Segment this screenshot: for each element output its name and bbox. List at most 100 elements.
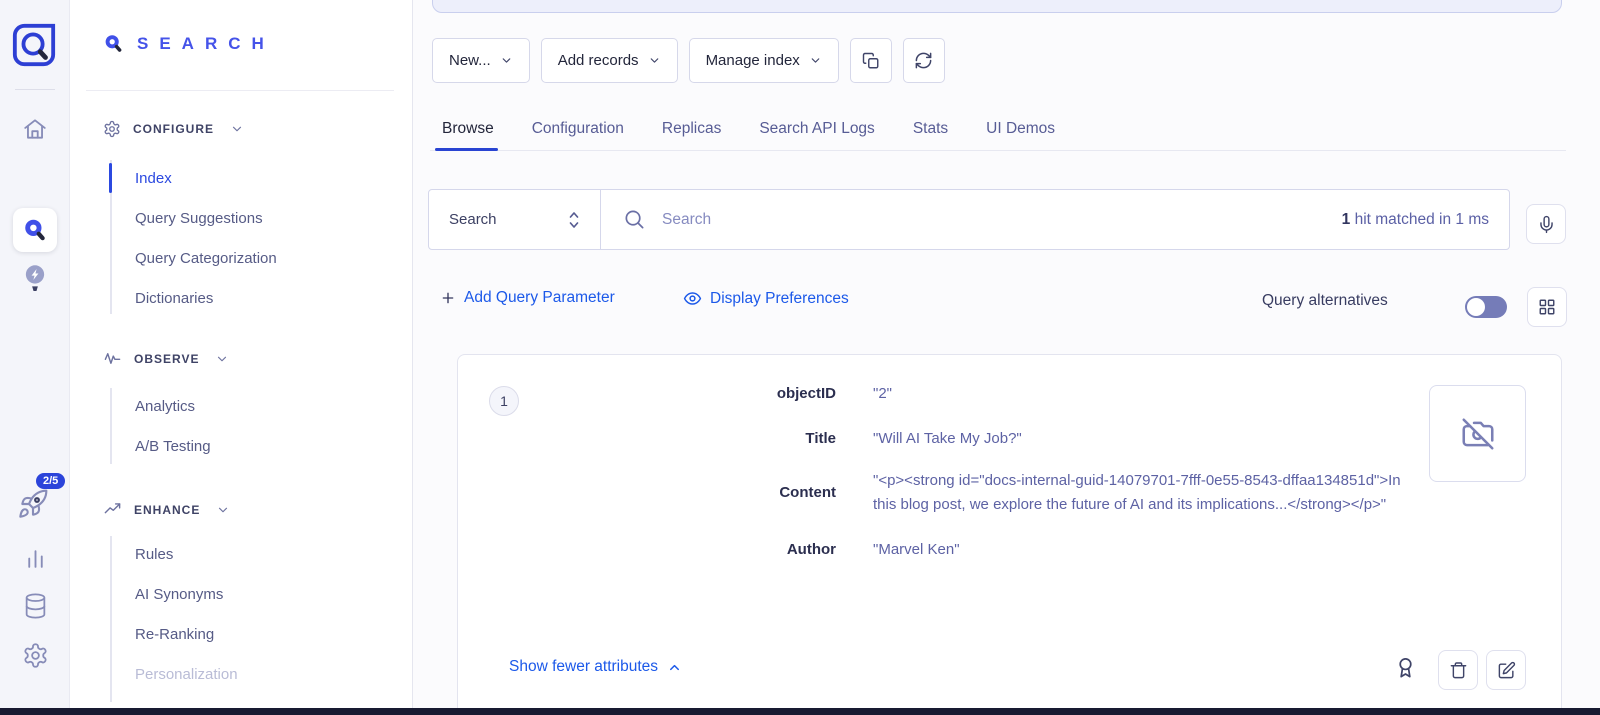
section-observe[interactable]: OBSERVE [103, 349, 229, 368]
algolia-logo-icon[interactable] [11, 22, 57, 68]
show-fewer-attributes-link[interactable]: Show fewer attributes [509, 658, 682, 676]
chevron-down-icon [648, 54, 661, 67]
chevron-down-icon [215, 352, 229, 366]
query-alternatives-label: Query alternatives [1262, 292, 1388, 310]
section-configure-label: CONFIGURE [133, 122, 214, 136]
trend-up-icon [103, 500, 122, 519]
hit-fields: objectID "2" Title "Will AI Take My Job?… [458, 382, 1561, 562]
gear-icon[interactable] [22, 642, 49, 669]
home-icon[interactable] [22, 116, 48, 142]
sidebar-item-index[interactable]: Index [70, 158, 412, 198]
sidebar-item-analytics[interactable]: Analytics [70, 386, 412, 426]
field-label: Title [458, 427, 836, 451]
field-value: "Marvel Ken" [873, 538, 1401, 562]
field-row-objectid: objectID "2" [458, 382, 1561, 406]
field-value: "Will AI Take My Job?" [873, 427, 1401, 451]
sidebar-item-dictionaries[interactable]: Dictionaries [70, 278, 412, 318]
tab-bar: Browse Configuration Replicas Search API… [430, 107, 1566, 151]
sidebar: SEARCH CONFIGURE Index Query Suggestions… [70, 0, 413, 715]
icon-rail: 2/5 [0, 0, 70, 715]
tab-stats[interactable]: Stats [913, 107, 948, 150]
search-icon [22, 217, 48, 243]
bulb-icon[interactable] [21, 263, 49, 295]
window-bottom-edge [0, 708, 1600, 715]
voice-search-button[interactable] [1526, 204, 1566, 244]
sidebar-item-ab-testing[interactable]: A/B Testing [70, 426, 412, 466]
section-enhance[interactable]: ENHANCE [103, 500, 230, 519]
edit-record-button[interactable] [1486, 650, 1526, 690]
section-enhance-label: ENHANCE [134, 503, 200, 517]
sidebar-item-personalization[interactable]: Personalization [70, 654, 412, 694]
sidebar-item-query-categorization[interactable]: Query Categorization [70, 238, 412, 278]
tab-search-api-logs[interactable]: Search API Logs [759, 107, 874, 150]
sort-chevrons-icon [566, 209, 582, 231]
manage-index-label: Manage index [706, 52, 800, 69]
new-button[interactable]: New... [432, 38, 530, 83]
copy-icon [862, 52, 880, 70]
search-type-value: Search [449, 211, 497, 228]
gear-icon [103, 120, 121, 138]
sidebar-header: SEARCH [103, 33, 275, 54]
grid-icon [1538, 298, 1556, 316]
section-configure[interactable]: CONFIGURE [103, 120, 244, 138]
layout-grid-button[interactable] [1527, 287, 1567, 327]
search-icon [103, 33, 124, 54]
plus-icon [440, 290, 456, 306]
show-fewer-label: Show fewer attributes [509, 658, 658, 676]
sidebar-item-query-suggestions[interactable]: Query Suggestions [70, 198, 412, 238]
display-preferences-link[interactable]: Display Preferences [683, 289, 849, 308]
refresh-button[interactable] [903, 38, 945, 83]
field-row-author: Author "Marvel Ken" [458, 538, 1561, 562]
sidebar-divider [86, 90, 394, 91]
sidebar-item-ai-synonyms[interactable]: AI Synonyms [70, 574, 412, 614]
microphone-icon [1537, 215, 1556, 234]
trash-icon [1449, 661, 1468, 680]
copy-button[interactable] [850, 38, 892, 83]
bar-chart-icon[interactable] [23, 546, 48, 571]
delete-record-button[interactable] [1438, 650, 1478, 690]
search-nav-tile[interactable] [13, 208, 57, 252]
camera-off-icon [1459, 415, 1497, 453]
field-value: "<p><strong id="docs-internal-guid-14079… [873, 469, 1401, 517]
field-row-content: Content "<p><strong id="docs-internal-gu… [458, 469, 1561, 517]
search-input[interactable] [662, 211, 1342, 229]
add-query-parameter-label: Add Query Parameter [464, 289, 615, 307]
sidebar-item-rules[interactable]: Rules [70, 534, 412, 574]
search-stats: 1 hit matched in 1 ms [1342, 211, 1509, 229]
rail-divider [15, 89, 55, 90]
usage-badge: 2/5 [36, 473, 65, 489]
hits-count: 1 [1342, 211, 1351, 228]
query-alternatives-toggle[interactable] [1465, 296, 1507, 318]
index-banner-cutoff [432, 0, 1562, 13]
rocket-icon[interactable] [17, 488, 49, 520]
field-label: Author [458, 538, 836, 562]
sidebar-item-re-ranking[interactable]: Re-Ranking [70, 614, 412, 654]
field-value: "2" [873, 382, 1401, 406]
sidebar-title: SEARCH [137, 34, 275, 54]
section-observe-label: OBSERVE [134, 352, 199, 366]
eye-icon [683, 289, 702, 308]
new-button-label: New... [449, 52, 491, 69]
main-content: New... Add records Manage index [413, 0, 1600, 715]
tab-replicas[interactable]: Replicas [662, 107, 721, 150]
tab-ui-demos[interactable]: UI Demos [986, 107, 1055, 150]
search-bar: Search 1 hit matched in 1 ms [428, 189, 1510, 250]
add-query-parameter-link[interactable]: Add Query Parameter [440, 289, 615, 307]
tab-configuration[interactable]: Configuration [532, 107, 624, 150]
refresh-icon [914, 51, 933, 70]
field-row-title: Title "Will AI Take My Job?" [458, 427, 1561, 451]
configure-items: Index Query Suggestions Query Categoriza… [70, 158, 412, 318]
ranking-info-button[interactable] [1394, 655, 1417, 681]
search-type-selector[interactable]: Search [429, 190, 601, 249]
search-icon [623, 208, 646, 231]
algolia-dashboard: 2/5 [0, 0, 1600, 715]
toolbar: New... Add records Manage index [432, 38, 945, 83]
manage-index-button[interactable]: Manage index [689, 38, 839, 83]
database-icon[interactable] [23, 592, 48, 620]
add-records-label: Add records [558, 52, 639, 69]
observe-items: Analytics A/B Testing [70, 386, 412, 466]
image-placeholder [1429, 385, 1526, 482]
add-records-button[interactable]: Add records [541, 38, 678, 83]
tab-browse[interactable]: Browse [442, 107, 494, 150]
pulse-icon [103, 349, 122, 368]
